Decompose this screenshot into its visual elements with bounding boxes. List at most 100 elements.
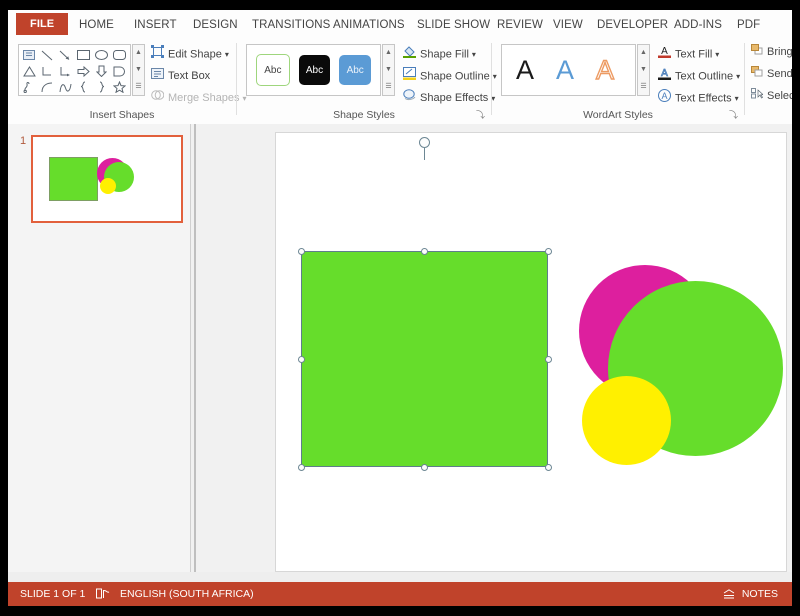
tab-view[interactable]: VIEW (546, 14, 590, 37)
thumbnail-yellow-circle (100, 178, 116, 194)
arrow-shape-icon[interactable] (56, 47, 74, 63)
selection-pane-button[interactable]: Selectio (751, 87, 792, 105)
shape-outline-button[interactable]: Shape Outline▾ (403, 67, 497, 85)
text-box-icon (151, 67, 164, 85)
tab-developer[interactable]: DEVELOPER (590, 14, 675, 37)
tab-review[interactable]: REVIEW (490, 14, 550, 37)
shapes-gallery[interactable] (18, 44, 131, 96)
wordart-styles-gallery[interactable]: A A A (501, 44, 636, 96)
tab-add-ins[interactable]: ADD-INS (667, 14, 729, 37)
group-label-wordart-styles: WordArt Styles (492, 109, 744, 121)
arc-shape-icon[interactable] (38, 79, 56, 95)
flowchart-delay-icon[interactable] (110, 63, 128, 79)
shapes-scroll-down-icon[interactable]: ▼ (133, 62, 144, 78)
shape-style-sample-3[interactable]: Abc (339, 55, 371, 85)
right-arrow-shape-icon[interactable] (74, 63, 92, 79)
yellow-circle-shape[interactable] (582, 376, 671, 465)
slide-count-label[interactable]: SLIDE 1 OF 1 (20, 582, 85, 606)
wordart-sample-1[interactable]: A (516, 57, 534, 84)
slide-thumbnails-pane[interactable]: 1 (8, 124, 191, 580)
tab-design[interactable]: DESIGN (186, 14, 245, 37)
shapes-gallery-scrollbar[interactable]: ▲ ▼ ☰ (132, 44, 145, 96)
text-fill-button[interactable]: A Text Fill▾ (658, 45, 719, 63)
wordart-styles-scrollbar[interactable]: ▲ ▼ ☰ (637, 44, 650, 96)
edit-shape-button[interactable]: Edit Shape▾ (151, 45, 229, 63)
text-box-button[interactable]: Text Box (151, 67, 210, 85)
curve-shape-icon[interactable] (56, 79, 74, 95)
bring-forward-icon (751, 43, 763, 61)
slide-canvas[interactable] (275, 132, 787, 572)
shape-fill-caret-icon[interactable]: ▾ (472, 50, 476, 59)
merge-shapes-button[interactable]: Merge Shapes▾ (151, 89, 247, 107)
shape-styles-scroll-more-icon[interactable]: ☰ (383, 79, 394, 95)
group-label-insert-shapes: Insert Shapes (8, 109, 236, 121)
line-shape-icon[interactable] (38, 47, 56, 63)
green-rectangle-shape[interactable] (301, 251, 548, 467)
edit-shape-caret-icon[interactable]: ▾ (225, 50, 229, 59)
freeform-shape-icon[interactable] (20, 79, 38, 95)
proofing-icon[interactable] (96, 582, 112, 606)
wordart-scroll-up-icon[interactable]: ▲ (638, 45, 649, 61)
resize-handle-bottom-center[interactable] (421, 464, 428, 471)
oval-shape-icon[interactable] (92, 47, 110, 63)
resize-handle-middle-right[interactable] (545, 356, 552, 363)
resize-handle-bottom-left[interactable] (298, 464, 305, 471)
slide-canvas-area[interactable] (196, 124, 792, 580)
wordart-sample-2[interactable]: A (556, 57, 574, 84)
rotation-handle[interactable] (419, 137, 430, 148)
left-brace-icon[interactable] (74, 79, 92, 95)
triangle-shape-icon[interactable] (20, 63, 38, 79)
wordart-scroll-down-icon[interactable]: ▼ (638, 62, 649, 78)
send-backward-icon (751, 65, 763, 83)
shape-styles-scroll-up-icon[interactable]: ▲ (383, 45, 394, 61)
shapes-scroll-more-icon[interactable]: ☰ (133, 79, 144, 95)
tab-insert[interactable]: INSERT (127, 14, 184, 37)
send-backward-label: Send Ba (767, 68, 792, 80)
tab-transitions[interactable]: TRANSITIONS (245, 14, 337, 37)
tab-home[interactable]: HOME (72, 14, 121, 37)
resize-handle-middle-left[interactable] (298, 356, 305, 363)
shape-effects-button[interactable]: Shape Effects▾ (403, 89, 495, 107)
shape-styles-gallery[interactable]: Abc Abc Abc (246, 44, 381, 96)
textbox-shape-icon[interactable] (20, 47, 38, 63)
language-label[interactable]: ENGLISH (SOUTH AFRICA) (120, 582, 254, 606)
shape-style-sample-2[interactable]: Abc (299, 55, 331, 85)
rectangle-shape-icon[interactable] (74, 47, 92, 63)
resize-handle-bottom-right[interactable] (545, 464, 552, 471)
text-effects-button[interactable]: A Text Effects▾ (658, 89, 739, 107)
bring-forward-button[interactable]: Bring Fo (751, 43, 792, 61)
wordart-sample-3[interactable]: A (596, 57, 614, 84)
shape-fill-icon (403, 45, 416, 64)
resize-handle-top-right[interactable] (545, 248, 552, 255)
text-outline-caret-icon[interactable]: ▾ (736, 72, 740, 81)
tab-animations[interactable]: ANIMATIONS (326, 14, 412, 37)
star-shape-icon[interactable] (110, 79, 128, 95)
shape-styles-dialog-launcher[interactable]: ⤵ (476, 111, 485, 120)
text-outline-button[interactable]: A Text Outline▾ (658, 67, 740, 85)
ribbon-group-arrange: Bring Fo Send Ba Selectio (745, 37, 792, 124)
shape-style-sample-1[interactable]: Abc (256, 54, 290, 86)
shape-styles-scrollbar[interactable]: ▲ ▼ ☰ (382, 44, 395, 96)
rounded-rectangle-shape-icon[interactable] (110, 47, 128, 63)
elbow-arrow-connector-icon[interactable] (56, 63, 74, 79)
text-fill-caret-icon[interactable]: ▾ (715, 50, 719, 59)
wordart-scroll-more-icon[interactable]: ☰ (638, 79, 649, 95)
resize-handle-top-left[interactable] (298, 248, 305, 255)
shape-fill-button[interactable]: Shape Fill▾ (403, 45, 476, 63)
down-arrow-shape-icon[interactable] (92, 63, 110, 79)
shape-styles-scroll-down-icon[interactable]: ▼ (383, 62, 394, 78)
tab-file[interactable]: FILE (16, 13, 68, 35)
powerpoint-window: FILE HOME INSERT DESIGN TRANSITIONS ANIM… (8, 10, 792, 606)
right-brace-icon[interactable] (92, 79, 110, 95)
text-effects-icon: A (658, 89, 671, 108)
send-backward-button[interactable]: Send Ba (751, 65, 792, 83)
shapes-scroll-up-icon[interactable]: ▲ (133, 45, 144, 61)
text-effects-caret-icon[interactable]: ▾ (735, 94, 739, 103)
tab-pdf[interactable]: PDF (730, 14, 767, 37)
wordart-styles-dialog-launcher[interactable]: ⤵ (729, 111, 738, 120)
elbow-connector-icon[interactable] (38, 63, 56, 79)
slide-thumbnail-1[interactable] (31, 135, 183, 223)
resize-handle-top-center[interactable] (421, 248, 428, 255)
tab-slide-show[interactable]: SLIDE SHOW (410, 14, 497, 37)
notes-button[interactable]: NOTES (723, 582, 778, 606)
